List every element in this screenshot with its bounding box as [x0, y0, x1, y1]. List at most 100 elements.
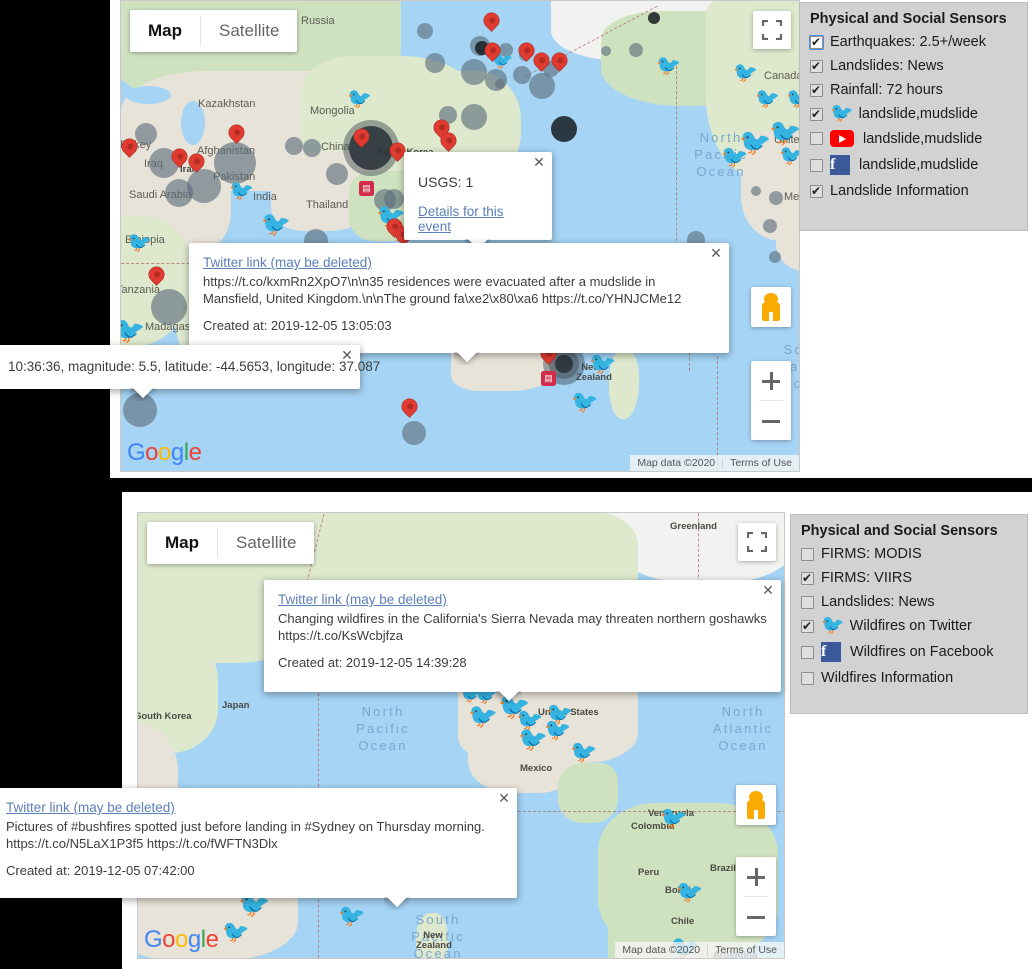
- zoom-control-top[interactable]: [751, 361, 791, 440]
- tweet-link[interactable]: Twitter link (may be deleted): [6, 800, 503, 815]
- earthquake-circle[interactable]: [629, 43, 643, 57]
- earthquake-circle[interactable]: [551, 116, 577, 142]
- checkbox-landslides-news[interactable]: [810, 58, 823, 74]
- legend-item-firms-viirs[interactable]: FIRMS: VIIRS: [801, 570, 1017, 586]
- fullscreen-button[interactable]: [738, 523, 776, 561]
- fullscreen-button[interactable]: [753, 11, 791, 49]
- checkbox-youtube-landslide[interactable]: [810, 132, 823, 145]
- earthquake-circle[interactable]: [425, 53, 445, 73]
- legend-label: Wildfires on Twitter: [849, 618, 972, 634]
- legend-item-firms-modis[interactable]: FIRMS: MODIS: [801, 546, 1017, 562]
- earthquake-circle[interactable]: [751, 186, 761, 196]
- legend-item-wildfires-facebook[interactable]: f Wildfires on Facebook: [801, 642, 1017, 662]
- minus-icon: [747, 915, 765, 919]
- maptype-satellite-button[interactable]: Satellite: [218, 522, 314, 564]
- maptype-map-button[interactable]: Map: [130, 10, 200, 52]
- legend-label: Rainfall: 72 hours: [830, 82, 943, 98]
- earthquake-circle[interactable]: [214, 142, 256, 184]
- legend-item-youtube-landslide[interactable]: landslide,mudslide: [810, 130, 1017, 147]
- earthquake-circle[interactable]: [187, 169, 221, 203]
- map-data-copyright: Map data ©2020: [622, 944, 701, 956]
- earthquake-circle[interactable]: [417, 23, 433, 39]
- checkbox-rainfall[interactable]: [810, 82, 823, 98]
- close-icon[interactable]: ✕: [339, 348, 355, 364]
- legend-item-rainfall[interactable]: Rainfall: 72 hours: [810, 82, 1017, 98]
- checkbox-firms-viirs[interactable]: [801, 570, 814, 586]
- earthquake-circle[interactable]: [648, 12, 660, 24]
- legend-item-landslides-news-b[interactable]: Landslides: News: [801, 594, 1017, 610]
- tweet-info-window-wildfire-california[interactable]: ✕ Twitter link (may be deleted) Changing…: [264, 580, 781, 692]
- earthquake-circle[interactable]: [513, 66, 531, 84]
- checkbox-wildfires-twitter[interactable]: [801, 618, 814, 634]
- earthquake-circle[interactable]: [461, 59, 487, 85]
- landslide-pin[interactable]: [398, 395, 421, 418]
- legend-item-wildfires-twitter[interactable]: 🐦 Wildfires on Twitter: [801, 615, 1017, 636]
- street-view-pegman-button[interactable]: [751, 287, 791, 327]
- legend-item-facebook-landslide[interactable]: f landslide,mudslide: [810, 155, 1017, 175]
- close-icon[interactable]: ✕: [760, 583, 776, 599]
- news-marker[interactable]: ▤: [359, 181, 374, 196]
- legend-item-wildfires-information[interactable]: Wildfires Information: [801, 670, 1017, 686]
- checkbox-earthquakes[interactable]: [809, 34, 824, 50]
- earthquake-info-window[interactable]: ✕ 10:36:36, magnitude: 5.5, latitude: -4…: [0, 345, 380, 389]
- legend-item-earthquakes[interactable]: Earthquakes: 2.5+/week: [809, 34, 1017, 50]
- earthquake-circle[interactable]: [769, 251, 781, 263]
- landslide-pin[interactable]: [480, 9, 503, 32]
- zoom-out-button[interactable]: [736, 897, 776, 936]
- checkbox-wildfires-facebook[interactable]: [801, 645, 814, 659]
- map-attribution-bottom: Map data ©2020 Terms of Use: [615, 942, 784, 958]
- usgs-details-link[interactable]: Details for this event: [418, 204, 538, 234]
- checkbox-wildfires-information[interactable]: [801, 671, 814, 685]
- checkbox-landslide-information[interactable]: [810, 183, 823, 199]
- earthquake-circle[interactable]: [601, 46, 611, 56]
- checkbox-twitter-landslide[interactable]: [810, 106, 823, 122]
- earthquake-circle[interactable]: [402, 421, 426, 445]
- close-icon[interactable]: ✕: [708, 246, 724, 262]
- map-land-japan: [180, 678, 202, 728]
- zoom-out-button[interactable]: [751, 401, 791, 440]
- earthquake-circle[interactable]: [151, 289, 187, 325]
- minus-icon: [762, 419, 780, 423]
- tweet-info-window-wildfire-sydney[interactable]: ✕ Twitter link (may be deleted) Pictures…: [0, 788, 517, 898]
- checkbox-landslides-news-b[interactable]: [801, 595, 814, 609]
- checkbox-facebook-landslide[interactable]: [810, 158, 823, 172]
- earthquake-circle[interactable]: [495, 79, 505, 89]
- legend-label: landslide,mudslide: [859, 157, 979, 173]
- map-dateline-upper: [676, 61, 677, 261]
- earthquake-circle[interactable]: [769, 191, 783, 205]
- maptype-map-button[interactable]: Map: [147, 522, 217, 564]
- street-view-pegman-button[interactable]: [736, 785, 776, 825]
- checkbox-firms-modis[interactable]: [801, 547, 814, 561]
- tweet-info-window-landslide[interactable]: ✕ Twitter link (may be deleted) https://…: [189, 243, 729, 353]
- tweet-marker[interactable]: 🐦: [338, 905, 365, 927]
- close-icon[interactable]: ✕: [496, 791, 512, 807]
- zoom-in-button[interactable]: [751, 361, 791, 400]
- legend-label: Earthquakes: 2.5+/week: [830, 34, 986, 50]
- tweet-marker[interactable]: 🐦: [571, 391, 598, 413]
- news-marker[interactable]: ▤: [541, 371, 556, 386]
- terms-of-use-link[interactable]: Terms of Use: [723, 457, 799, 469]
- close-icon[interactable]: ✕: [531, 155, 547, 171]
- legend-item-twitter-landslide[interactable]: 🐦 landslide,mudslide: [810, 104, 1017, 123]
- earthquake-circle[interactable]: [326, 163, 348, 185]
- earthquake-circle[interactable]: [303, 139, 321, 157]
- usgs-info-window[interactable]: ✕ USGS: 1 Details for this event: [404, 152, 552, 240]
- earthquake-circle[interactable]: [461, 104, 487, 130]
- tweet-link[interactable]: Twitter link (may be deleted): [278, 592, 767, 607]
- tweet-link[interactable]: Twitter link (may be deleted): [203, 255, 715, 270]
- maptype-control-bottom[interactable]: Map Satellite: [147, 522, 315, 564]
- legend-label: Landslides: News: [830, 58, 944, 74]
- earthquake-circle[interactable]: [135, 123, 157, 145]
- earthquake-circle[interactable]: [384, 189, 404, 209]
- terms-of-use-link[interactable]: Terms of Use: [708, 944, 784, 956]
- maptype-satellite-button[interactable]: Satellite: [201, 10, 297, 52]
- legend-item-landslides-news[interactable]: Landslides: News: [810, 58, 1017, 74]
- zoom-control-bottom[interactable]: [736, 857, 776, 936]
- legend-item-landslide-information[interactable]: Landslide Information: [810, 183, 1017, 199]
- maptype-control-top[interactable]: Map Satellite: [130, 10, 298, 52]
- earthquake-circle[interactable]: [285, 137, 303, 155]
- zoom-in-button[interactable]: [736, 857, 776, 896]
- twitter-icon: 🐦: [821, 615, 845, 636]
- earthquake-circle[interactable]: [763, 219, 777, 233]
- earthquake-circle[interactable]: [499, 43, 513, 57]
